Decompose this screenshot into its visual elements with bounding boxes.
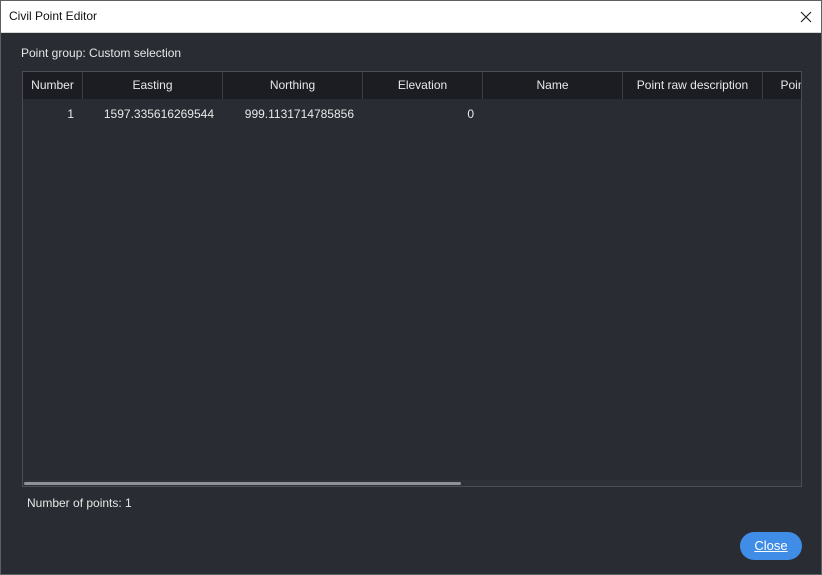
cell-elevation[interactable]: 0 [363, 102, 483, 126]
column-header-easting[interactable]: Easting [83, 72, 223, 99]
window-close-button[interactable] [791, 1, 821, 32]
cell-number[interactable]: 1 [23, 102, 83, 126]
horizontal-scrollbar-thumb[interactable] [24, 482, 461, 485]
column-header-northing[interactable]: Northing [223, 72, 363, 99]
column-header-elevation[interactable]: Elevation [363, 72, 483, 99]
cell-name[interactable] [483, 102, 623, 126]
window-title: Civil Point Editor [9, 9, 98, 23]
cell-raw-description[interactable] [623, 102, 763, 126]
table-header: Number Easting Northing Elevation Name P… [23, 72, 801, 99]
cell-easting[interactable]: 1597.335616269544 [83, 102, 223, 126]
points-table[interactable]: Number Easting Northing Elevation Name P… [22, 71, 802, 487]
close-icon [800, 11, 812, 22]
horizontal-scrollbar[interactable] [23, 480, 801, 486]
close-button[interactable]: Close [740, 532, 802, 560]
point-group-label: Point group: Custom selection [21, 46, 182, 60]
cell-extra[interactable] [763, 102, 801, 126]
column-header-point-partial[interactable]: Poin [763, 72, 801, 99]
column-header-raw-description[interactable]: Point raw description [623, 72, 763, 99]
column-header-name[interactable]: Name [483, 72, 623, 99]
table-row[interactable]: 1 1597.335616269544 999.1131714785856 0 [23, 102, 801, 126]
cell-northing[interactable]: 999.1131714785856 [223, 102, 363, 126]
column-header-number[interactable]: Number [23, 72, 83, 99]
number-of-points-label: Number of points: 1 [27, 496, 132, 510]
civil-point-editor-window: Civil Point Editor Point group: Custom s… [0, 0, 822, 575]
title-bar: Civil Point Editor [1, 1, 821, 33]
